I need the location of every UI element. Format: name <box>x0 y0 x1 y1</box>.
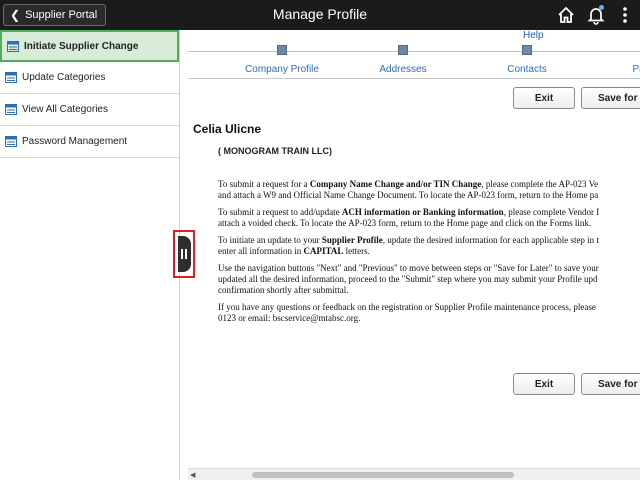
text-run: , please complete the AP-023 Ve <box>481 179 599 189</box>
sidebar-item-label: Update Categories <box>22 72 106 83</box>
scrollbar-thumb[interactable] <box>252 472 514 478</box>
exit-button[interactable]: Exit <box>513 373 575 395</box>
emphasis-text: Supplier Profile <box>321 235 383 245</box>
text-run: To initiate an update to your <box>218 235 322 245</box>
text-line: If you have any questions or feedback on… <box>218 302 596 312</box>
step-marker-icon <box>398 45 408 55</box>
text-line: Use the navigation buttons "Next" and "P… <box>218 263 599 273</box>
chevron-left-icon: ❮ <box>10 8 21 22</box>
instructions-text: To submit a request for a Company Name C… <box>218 179 640 330</box>
home-icon[interactable] <box>556 5 576 25</box>
supplier-name: Celia Ulicne <box>193 122 262 136</box>
step-marker-icon <box>277 45 287 55</box>
step-label: Payme <box>632 64 640 75</box>
horizontal-scrollbar[interactable]: ◀ <box>188 468 640 480</box>
text-run: To submit a request for a <box>218 179 310 189</box>
step-contacts[interactable]: Contacts <box>467 45 587 75</box>
text-line: To initiate an update to your Supplier P… <box>218 235 640 246</box>
text-line: 0123 or email: bscservice@mtabsc.org. <box>218 313 361 323</box>
text-run: , please complete Vendor I <box>503 207 600 217</box>
exit-button[interactable]: Exit <box>513 87 575 109</box>
emphasis-text: CAPITAL <box>303 246 344 256</box>
emphasis-text: Company Name Change and/or TIN Change <box>309 179 482 189</box>
supplier-company: ( MONOGRAM TRAIN LLC) <box>218 146 332 156</box>
step-addresses[interactable]: Addresses <box>343 45 463 75</box>
back-to-supplier-portal-button[interactable]: ❮ Supplier Portal <box>3 4 107 26</box>
text-run: To submit a request to add/update <box>218 207 342 217</box>
notification-dot <box>599 5 604 10</box>
paragraph-contact-info: If you have any questions or feedback on… <box>218 302 640 324</box>
save-for-later-button[interactable]: Save for L <box>581 87 640 109</box>
list-icon <box>5 136 17 147</box>
text-line: To submit a request to add/update ACH in… <box>218 207 640 218</box>
paragraph-name-change: To submit a request for a Company Name C… <box>218 179 640 201</box>
step-label: Company Profile <box>245 64 319 75</box>
paragraph-ach-banking: To submit a request to add/update ACH in… <box>218 207 640 229</box>
sidebar-item-initiate-supplier-change[interactable]: Initiate Supplier Change <box>0 30 179 62</box>
step-company-profile[interactable]: Company Profile <box>222 45 342 75</box>
text-run: , update the desired information for eac… <box>382 235 599 245</box>
list-icon <box>7 40 19 52</box>
sidebar-item-view-all-categories[interactable]: View All Categories <box>0 94 179 126</box>
sidebar-item-label: Password Management <box>22 136 128 147</box>
step-label: Addresses <box>379 64 427 75</box>
sidebar-item-update-categories[interactable]: Update Categories <box>0 62 179 94</box>
save-for-later-button[interactable]: Save for L <box>581 373 640 395</box>
back-button-label: Supplier Portal <box>25 9 98 21</box>
sidebar-item-password-management[interactable]: Password Management <box>0 126 179 158</box>
sidebar: Initiate Supplier Change Update Categori… <box>0 30 180 480</box>
paragraph-navigation: Use the navigation buttons "Next" and "P… <box>218 263 640 296</box>
step-payment[interactable]: Payme <box>588 45 640 75</box>
text-line: To submit a request for a Company Name C… <box>218 179 640 190</box>
text-line: attach a voided check. To locate the AP-… <box>218 218 592 228</box>
sidebar-item-label: View All Categories <box>22 104 108 115</box>
sidebar-collapse-handle[interactable] <box>178 236 191 272</box>
emphasis-text: ACH information or Banking information <box>341 207 504 217</box>
list-icon <box>5 72 17 83</box>
main-content: Help Company Profile Addresses Contacts … <box>180 30 640 480</box>
kebab-menu-icon[interactable] <box>618 5 632 25</box>
step-navigation: Company Profile Addresses Contacts Payme <box>188 43 640 79</box>
text-line: enter all information in CAPITAL letters… <box>218 246 640 257</box>
step-label: Contacts <box>507 64 547 75</box>
text-run: enter all information in <box>218 246 304 256</box>
text-line: and attach a W9 and Official Name Change… <box>218 190 599 200</box>
app-header: ❮ Supplier Portal Manage Profile <box>0 0 640 30</box>
scroll-left-arrow-icon[interactable]: ◀ <box>190 471 195 479</box>
paragraph-supplier-profile: To initiate an update to your Supplier P… <box>218 235 640 257</box>
text-line: confirmation shortly after submittal. <box>218 285 349 295</box>
step-marker-icon <box>522 45 532 55</box>
pause-bars-icon <box>181 249 187 259</box>
text-run: letters. <box>343 246 370 256</box>
sidebar-item-label: Initiate Supplier Change <box>24 40 139 52</box>
help-link[interactable]: Help <box>523 30 544 41</box>
text-line: updated all the desired information, pro… <box>218 274 598 284</box>
list-icon <box>5 104 17 115</box>
